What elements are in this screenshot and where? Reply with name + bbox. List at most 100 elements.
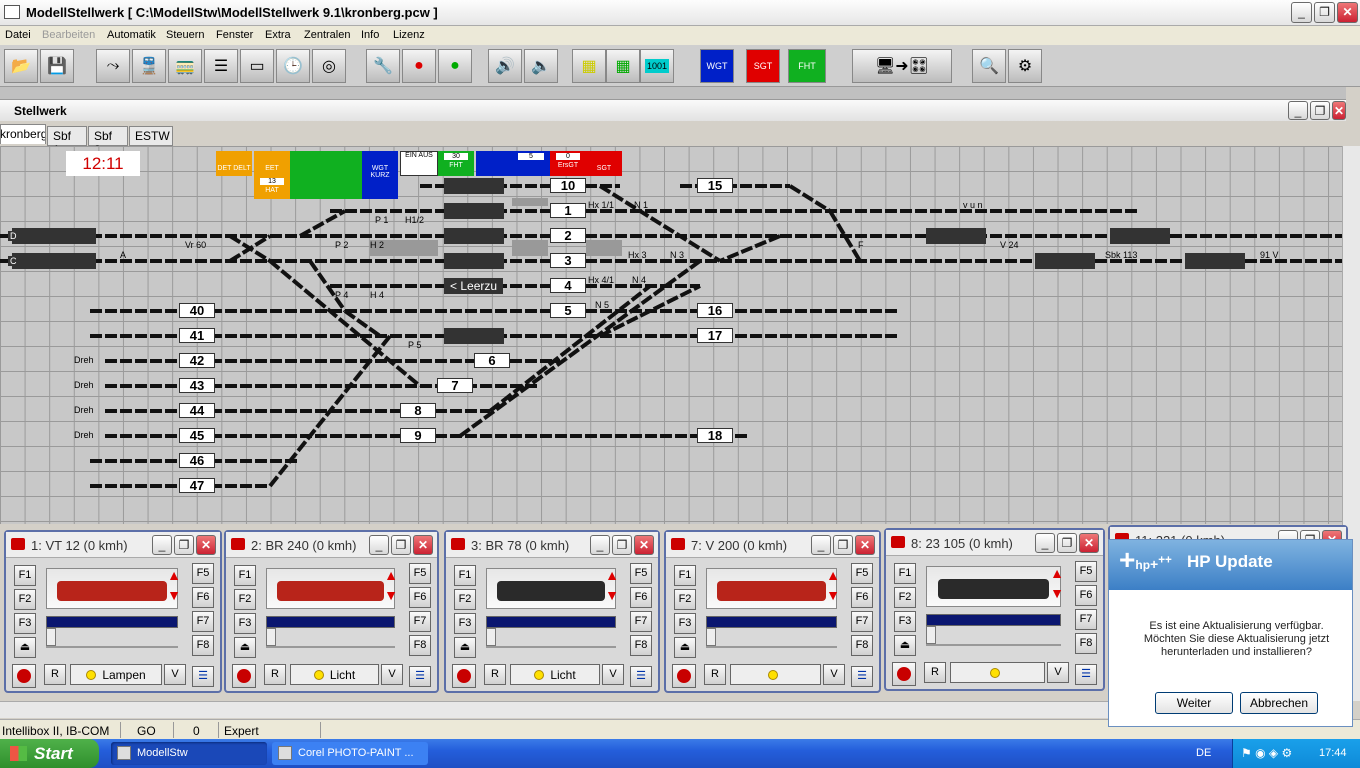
horn-button[interactable]: ⏏ [234, 637, 256, 658]
schedule-button[interactable]: ☰ [204, 49, 238, 83]
loco-close-button[interactable]: ✕ [855, 535, 875, 555]
fkey-f8-button[interactable]: F8 [851, 635, 873, 656]
loco-restore-button[interactable]: ❐ [612, 535, 632, 555]
track-4[interactable]: 4 [550, 278, 586, 293]
restore-button[interactable]: ❐ [1314, 2, 1335, 23]
loco-restore-button[interactable]: ❐ [174, 535, 194, 555]
backward-arrow-icon[interactable]: ▼ [604, 587, 620, 603]
track-diagram-panel[interactable]: 12:11 DET DELT EET 13 HAT WGT KURZ EIN AUS… [0, 146, 1342, 524]
tray-icons[interactable]: ⚑ ◉ ◈ ⚙ [1241, 746, 1292, 760]
fkey-f5-button[interactable]: F5 [409, 563, 431, 584]
forward-arrow-icon[interactable]: ▲ [825, 567, 841, 583]
train-list-button[interactable]: 🚃 [168, 49, 202, 83]
reverse-button[interactable]: R [44, 664, 66, 685]
list-icon[interactable]: ☰ [1075, 664, 1097, 685]
fkey-f3-button[interactable]: F3 [14, 613, 36, 634]
fkey-f3-button[interactable]: F3 [454, 613, 476, 634]
fkey-f7-button[interactable]: F7 [409, 611, 431, 632]
fkey-f6-button[interactable]: F6 [851, 587, 873, 608]
list-icon[interactable]: ☰ [409, 666, 431, 687]
track-44[interactable]: 44 [179, 403, 215, 418]
reverse-button[interactable]: R [484, 664, 506, 685]
track-15[interactable]: 15 [697, 178, 733, 193]
fkey-f3-button[interactable]: F3 [234, 613, 256, 634]
list-icon[interactable]: ☰ [851, 666, 873, 687]
speed-slider[interactable] [266, 628, 395, 648]
loco-minimize-button[interactable]: _ [369, 535, 389, 555]
fkey-f3-button[interactable]: F3 [894, 611, 916, 632]
fkey-f5-button[interactable]: F5 [1075, 561, 1097, 582]
turntable-button[interactable]: ◎ [312, 49, 346, 83]
fkey-f7-button[interactable]: F7 [630, 611, 652, 632]
menu-info[interactable]: Info [361, 29, 379, 41]
track-9[interactable]: 9 [400, 428, 436, 443]
settings-button[interactable]: ⚙ [1008, 49, 1042, 83]
track-46[interactable]: 46 [179, 453, 215, 468]
fkey-f8-button[interactable]: F8 [192, 635, 214, 656]
light-toggle[interactable]: Lampen [70, 664, 162, 685]
monitor-button[interactable]: ▭ [240, 49, 274, 83]
forward-arrow-icon[interactable]: ▲ [604, 567, 620, 583]
fkey-f1-button[interactable]: F1 [14, 565, 36, 586]
inner-close-button[interactable]: ✕ [1332, 101, 1346, 120]
task-modellstw[interactable]: ModellStw [111, 742, 267, 765]
track-47[interactable]: 47 [179, 478, 215, 493]
speed-slider[interactable] [46, 628, 178, 648]
track-5[interactable]: 5 [550, 303, 586, 318]
loco-restore-button[interactable]: ❐ [391, 535, 411, 555]
track-6[interactable]: 6 [474, 353, 510, 368]
fkey-f2-button[interactable]: F2 [674, 589, 696, 610]
emergency-stop-button[interactable] [672, 664, 696, 688]
light-toggle[interactable] [950, 662, 1045, 683]
track-42[interactable]: 42 [179, 353, 215, 368]
backward-arrow-icon[interactable]: ▼ [166, 587, 182, 603]
clock-button[interactable]: 🕒 [276, 49, 310, 83]
light-toggle[interactable]: Licht [510, 664, 600, 685]
loco-button[interactable]: 🚆 [132, 49, 166, 83]
minimize-button[interactable]: _ [1291, 2, 1312, 23]
inner-minimize-button[interactable]: _ [1288, 101, 1308, 120]
emergency-stop-button[interactable] [892, 662, 916, 686]
track-17[interactable]: 17 [697, 328, 733, 343]
menu-bearbeiten[interactable]: Bearbeiten [42, 29, 95, 41]
track-43[interactable]: 43 [179, 378, 215, 393]
track-41[interactable]: 41 [179, 328, 215, 343]
fkey-f3-button[interactable]: F3 [674, 613, 696, 634]
inner-restore-button[interactable]: ❐ [1310, 101, 1330, 120]
fkey-f8-button[interactable]: F8 [630, 635, 652, 656]
loco-close-button[interactable]: ✕ [634, 535, 654, 555]
v-button[interactable]: V [164, 664, 186, 685]
fkey-f5-button[interactable]: F5 [630, 563, 652, 584]
reverse-button[interactable]: R [264, 664, 286, 685]
loco-minimize-button[interactable]: _ [152, 535, 172, 555]
horn-button[interactable]: ⏏ [674, 637, 696, 658]
menu-datei[interactable]: Datei [5, 29, 31, 41]
track-3[interactable]: 3 [550, 253, 586, 268]
tab-kronberg[interactable]: kronberg [0, 124, 46, 144]
track-45[interactable]: 45 [179, 428, 215, 443]
fkey-f5-button[interactable]: F5 [851, 563, 873, 584]
fkey-f1-button[interactable]: F1 [894, 563, 916, 584]
search-button[interactable]: 🔍 [972, 49, 1006, 83]
reverse-button[interactable]: R [704, 664, 726, 685]
fkey-f5-button[interactable]: F5 [192, 563, 214, 584]
horizontal-scrollbar[interactable] [0, 701, 1108, 718]
fkey-f7-button[interactable]: F7 [851, 611, 873, 632]
track-7[interactable]: 7 [437, 378, 473, 393]
fkey-f2-button[interactable]: F2 [894, 587, 916, 608]
forward-arrow-icon[interactable]: ▲ [166, 567, 182, 583]
fkey-f1-button[interactable]: F1 [234, 565, 256, 586]
language-indicator[interactable]: DE [1196, 747, 1211, 759]
backward-arrow-icon[interactable]: ▼ [383, 587, 399, 603]
blocks-button[interactable]: ▦ [606, 49, 640, 83]
sound-button[interactable]: 🔊 [488, 49, 522, 83]
loco-minimize-button[interactable]: _ [1035, 533, 1055, 553]
loco-restore-button[interactable]: ❐ [1057, 533, 1077, 553]
menu-lizenz[interactable]: Lizenz [393, 29, 425, 41]
menu-steuern[interactable]: Steuern [166, 29, 205, 41]
mute-button[interactable]: 🔈 [524, 49, 558, 83]
tab-sbf2[interactable]: Sbf 2 [88, 126, 128, 157]
track-16[interactable]: 16 [697, 303, 733, 318]
emergency-stop-button[interactable] [452, 664, 476, 688]
v-button[interactable]: V [602, 664, 624, 685]
